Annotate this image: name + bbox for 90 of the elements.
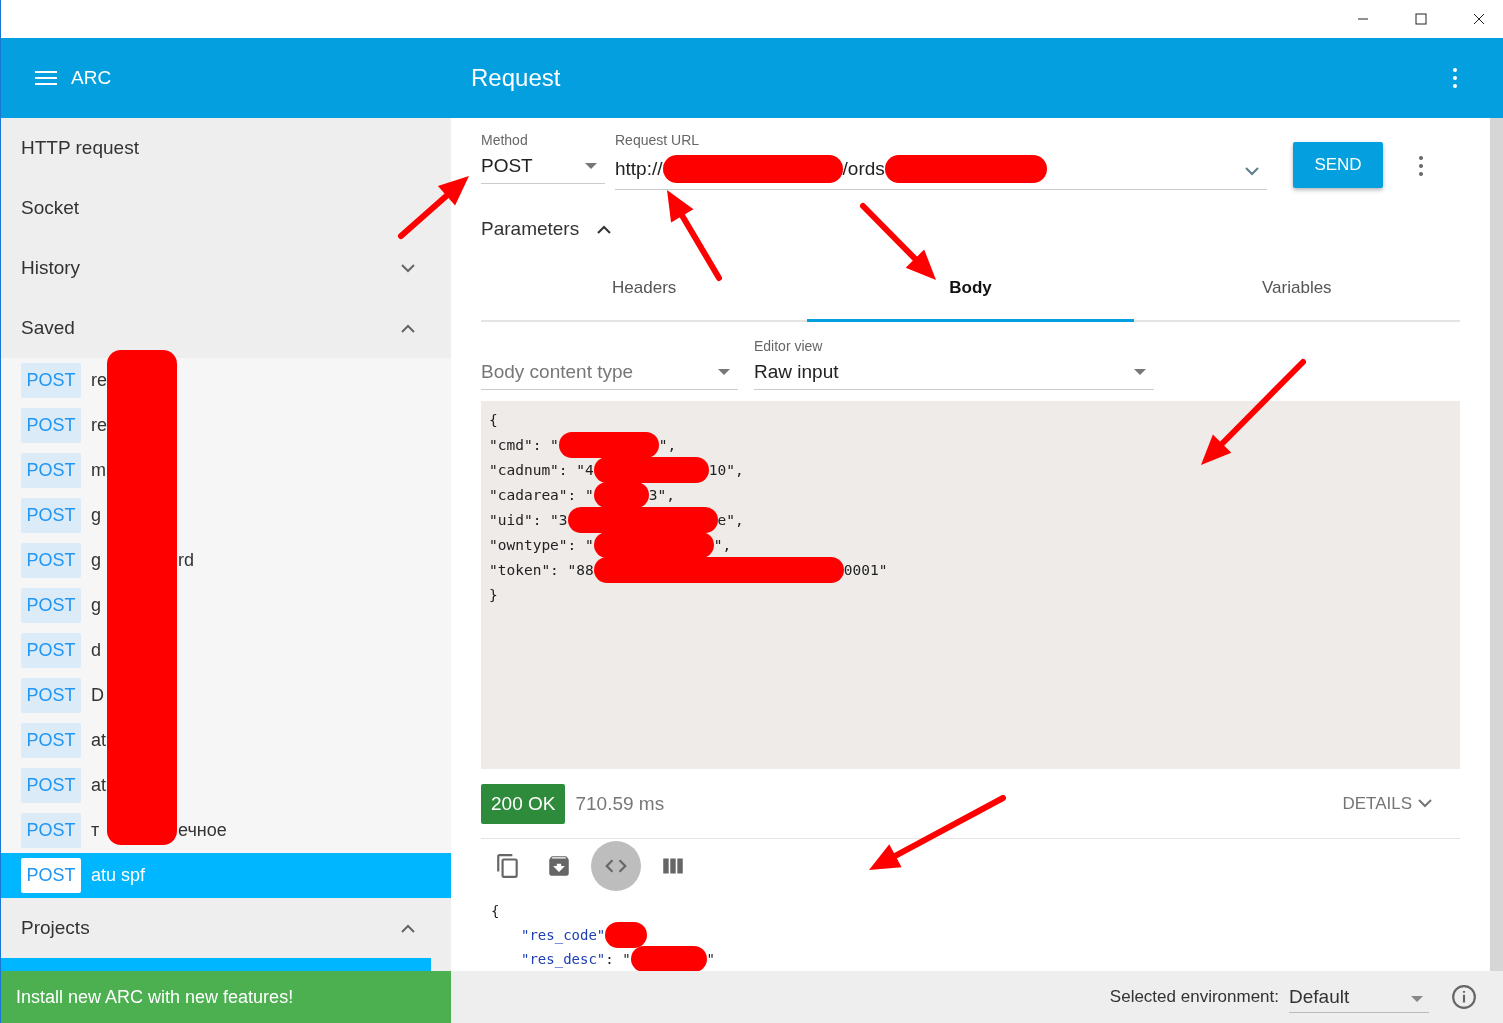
nav-item[interactable]: HTTP request	[1, 118, 451, 178]
chevron-down-icon	[1418, 799, 1432, 809]
environment-dropdown[interactable]: Default	[1289, 981, 1429, 1013]
code-line: "cadarea": "	[489, 486, 594, 503]
method-badge: POST	[21, 408, 81, 443]
dropdown-icon	[1134, 369, 1146, 376]
nav-item[interactable]: Saved	[1, 298, 451, 358]
request-name: re	[91, 370, 108, 391]
saved-request[interactable]: POST re	[1, 403, 451, 448]
code-line: "uid": "3	[489, 511, 568, 528]
nav-item[interactable]: Projects	[1, 898, 451, 958]
method-badge: POST	[21, 858, 81, 893]
more-icon[interactable]	[1419, 156, 1423, 176]
code-line: 0001"	[843, 561, 888, 578]
request-name: rd	[178, 550, 194, 571]
code-line: ",	[713, 536, 732, 553]
request-name: ечное	[178, 820, 227, 841]
nav-item[interactable]: History	[1, 238, 451, 298]
saved-request[interactable]: POST re	[1, 358, 451, 403]
code-line: e",	[717, 511, 744, 528]
saved-request[interactable]: POST at	[1, 718, 451, 763]
details-button[interactable]: DETAILS	[1336, 792, 1438, 815]
maximize-icon[interactable]	[1415, 13, 1427, 25]
code-line: 3",	[648, 486, 675, 503]
request-name: g	[91, 550, 102, 571]
app-name: ARC	[71, 67, 112, 89]
tab[interactable]: Headers	[481, 257, 808, 323]
scrollbar[interactable]	[1490, 118, 1503, 971]
code-editor[interactable]: { "cmd": " ", "cadnum": "4 10", "cadarea": " 3", "uid": "3 e", "owntype": " ", "token": "88 0001" }	[481, 401, 1460, 770]
request-name: atu spf	[91, 865, 147, 886]
dropdown-icon	[585, 163, 597, 169]
info-icon[interactable]	[1451, 984, 1477, 1010]
saved-request[interactable]: POST т ечное	[1, 808, 451, 853]
code-line: "owntype": "	[489, 536, 594, 553]
request-name: m	[91, 460, 107, 481]
request-name: d	[91, 640, 102, 661]
method-badge: POST	[21, 543, 81, 578]
json-key: "res_code"	[521, 927, 606, 943]
saved-request[interactable]: POST m	[1, 448, 451, 493]
saved-request[interactable]: POST at	[1, 763, 451, 808]
code-line: "cmd": "	[489, 436, 559, 453]
method-badge: POST	[21, 363, 81, 398]
method-badge: POST	[21, 678, 81, 713]
code-line: }	[489, 586, 498, 603]
code-line: 10",	[708, 461, 744, 478]
page-title: Request	[470, 64, 562, 92]
request-name: g	[91, 595, 102, 616]
request-name: re	[91, 415, 108, 436]
json-key: "res_desc"	[521, 951, 606, 967]
editor-view-dropdown[interactable]: Editor view Raw input	[754, 338, 1154, 391]
code-line: {	[489, 411, 498, 428]
code-line: "	[706, 951, 716, 967]
code-line: "token": "88	[489, 561, 594, 578]
content-type-dropdown[interactable]: Body content type	[481, 338, 738, 391]
menu-icon[interactable]	[35, 70, 57, 86]
close-icon[interactable]	[1473, 13, 1485, 25]
method-badge: POST	[21, 813, 81, 848]
saved-request[interactable]: POST g	[1, 493, 451, 538]
annotation-arrow	[398, 176, 469, 239]
url-field[interactable]: Request URL http:// /ords	[615, 132, 1267, 190]
saved-request[interactable]: POST d	[1, 628, 451, 673]
code-line: : "	[605, 951, 631, 967]
status-badge: 200 OK	[481, 783, 566, 824]
nav-item[interactable]: Socket	[1, 178, 451, 238]
request-name: g	[91, 505, 102, 526]
response-time: 710.59 ms	[575, 792, 665, 815]
method-badge: POST	[21, 768, 81, 803]
saved-request[interactable]: POST g	[1, 583, 451, 628]
request-name: D	[91, 685, 105, 706]
environment-label: Selected environment:	[1109, 987, 1279, 1007]
method-badge: POST	[21, 453, 81, 488]
dropdown-icon	[718, 369, 730, 376]
method-badge: POST	[21, 633, 81, 668]
code-line: "cadnum": "4	[489, 461, 594, 478]
tab[interactable]: Variables	[1133, 257, 1460, 323]
request-name: at	[91, 775, 107, 796]
method-badge: POST	[21, 723, 81, 758]
chevron-down-icon	[1245, 167, 1259, 176]
saved-request[interactable]: POST D	[1, 673, 451, 718]
method-dropdown[interactable]: Method POST	[481, 132, 605, 184]
more-icon[interactable]	[1453, 68, 1457, 88]
request-name: at	[91, 730, 107, 751]
code-line: {	[491, 903, 500, 919]
code-line: ",	[658, 436, 677, 453]
method-badge: POST	[21, 588, 81, 623]
request-name: т	[91, 820, 101, 841]
method-badge: POST	[21, 498, 81, 533]
saved-request[interactable]: POST g rd	[1, 538, 451, 583]
code-icon[interactable]	[591, 841, 641, 891]
parameters-toggle[interactable]: Parameters	[481, 200, 641, 258]
